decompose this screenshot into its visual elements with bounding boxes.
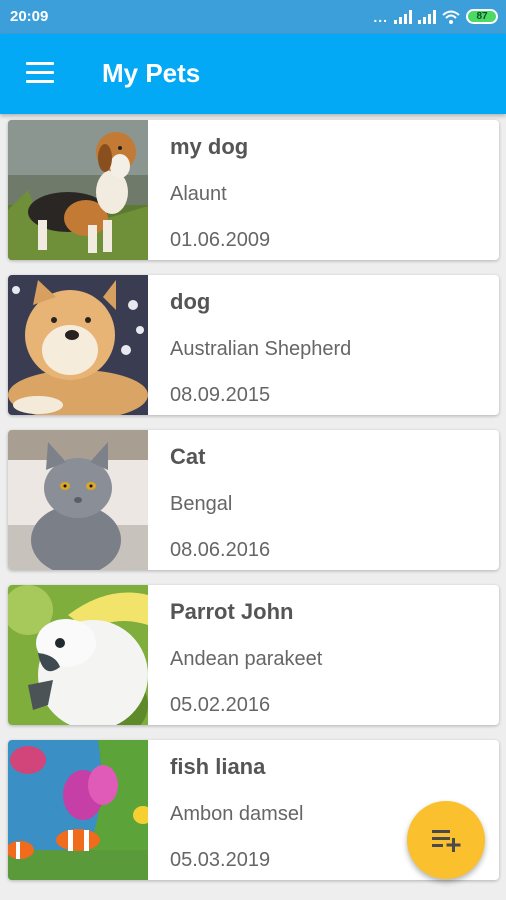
pet-name: fish liana xyxy=(170,754,266,779)
akita-photo xyxy=(8,275,148,415)
cockatoo-photo xyxy=(8,585,148,725)
app-bar: My Pets xyxy=(0,34,506,114)
pet-breed: Alaunt xyxy=(170,183,227,205)
pet-card[interactable]: Parrot John Andean parakeet 05.02.2016 xyxy=(8,585,499,725)
add-pet-fab-button[interactable] xyxy=(407,801,485,879)
pet-name: Cat xyxy=(170,444,206,469)
pet-breed: Andean parakeet xyxy=(170,648,323,670)
pet-date: 05.03.2019 xyxy=(170,849,271,871)
pet-date: 08.09.2015 xyxy=(170,384,271,406)
pet-card[interactable]: dog Australian Shepherd 08.09.2015 xyxy=(8,275,499,415)
pet-name: Parrot John xyxy=(170,599,294,624)
pet-date: 05.02.2016 xyxy=(170,694,271,716)
signal-icon xyxy=(418,9,436,24)
pet-card[interactable]: my dog Alaunt 01.06.2009 xyxy=(8,120,499,260)
pet-date: 01.06.2009 xyxy=(170,229,271,251)
beagle-photo xyxy=(8,120,148,260)
status-bar: 20:09 ... 87 xyxy=(0,0,506,34)
pet-date: 08.06.2016 xyxy=(170,539,271,561)
playlist-add-icon xyxy=(432,830,461,852)
pet-breed: Australian Shepherd xyxy=(170,338,352,360)
wifi-icon xyxy=(442,10,460,24)
pet-breed: Bengal xyxy=(170,493,233,515)
clownfish-photo xyxy=(8,740,148,880)
pet-name: my dog xyxy=(170,134,249,159)
gray-cat-photo xyxy=(8,430,148,570)
pet-card[interactable]: Cat Bengal 08.06.2016 xyxy=(8,430,499,570)
status-time: 20:09 xyxy=(10,8,49,25)
battery-icon: 87 xyxy=(466,9,498,24)
page-title: My Pets xyxy=(102,58,201,88)
status-dots: ... xyxy=(373,8,388,25)
menu-icon[interactable] xyxy=(26,62,54,84)
signal-icon xyxy=(394,9,412,24)
pet-breed: Ambon damsel xyxy=(170,803,304,825)
pet-list: my dog Alaunt 01.06.2009 dog Australian … xyxy=(8,120,499,895)
status-icons: ... 87 xyxy=(373,9,498,24)
pet-name: dog xyxy=(170,289,211,314)
